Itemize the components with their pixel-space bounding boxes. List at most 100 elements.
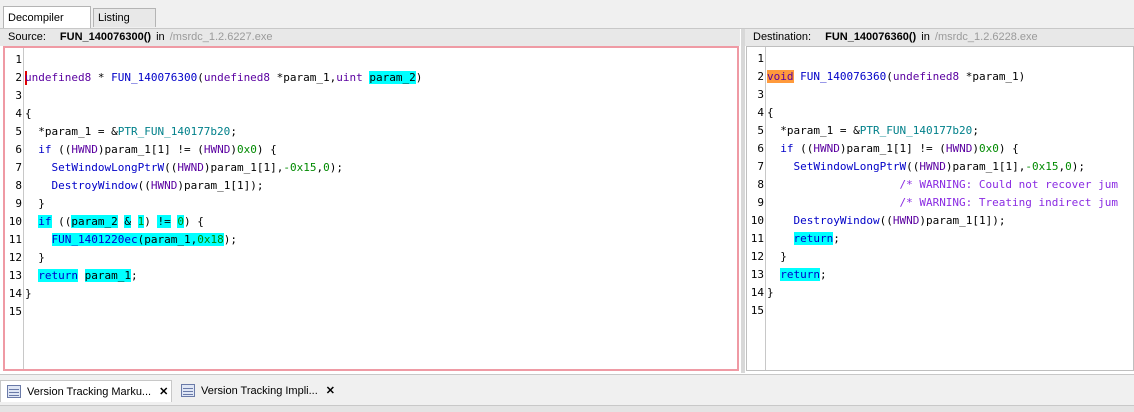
line-number: 2: [15, 71, 22, 84]
line-number: 1: [15, 53, 22, 66]
line-number: 15: [8, 305, 22, 318]
destination-code[interactable]: 1 2 void FUN_140076360(undefined8 *param_…: [751, 50, 1133, 320]
line-number: 9: [15, 197, 22, 210]
diff-highlight: 0: [177, 215, 184, 228]
line-number: 13: [750, 268, 764, 281]
line-number: 9: [757, 196, 764, 209]
diff-highlight: FUN_1401220ec: [51, 233, 138, 246]
tab-listing-view[interactable]: Listing View: [93, 8, 156, 43]
warning-comment: /* WARNING: Treating indirect jum: [899, 196, 1118, 209]
return-type[interactable]: undefined8: [25, 71, 91, 84]
code-line: 6 if ((HWND)param_1[1] != (HWND)0x0) {: [15, 141, 737, 159]
bottom-tab-bar: Version Tracking Marku... ✕ Version Track…: [0, 374, 1134, 412]
line-number: 5: [757, 124, 764, 137]
code-line: 3: [757, 86, 1133, 104]
function-name-token[interactable]: FUN_140076300: [111, 71, 197, 84]
code-line: 12 }: [751, 248, 1133, 266]
line-number: 3: [757, 88, 764, 101]
line-number: 12: [750, 250, 764, 263]
tab-decompiler-view[interactable]: Decompiler View: [3, 6, 91, 46]
warning-comment: /* WARNING: Could not recover jum: [899, 178, 1118, 191]
code-line: 13 return;: [751, 266, 1133, 284]
code-line: 1: [15, 51, 737, 69]
line-number: 10: [8, 215, 22, 228]
diff-highlight: return: [780, 268, 820, 281]
code-line: 9 }: [15, 195, 737, 213]
line-number: 11: [8, 233, 22, 246]
code-line: 4{: [757, 104, 1133, 122]
line-number: 11: [750, 232, 764, 245]
line-number: 12: [8, 251, 22, 264]
panel-splitter[interactable]: [741, 29, 745, 373]
code-line: 12 }: [9, 249, 737, 267]
close-icon[interactable]: ✕: [326, 385, 335, 397]
line-number: 14: [750, 286, 764, 299]
line-number: 4: [15, 107, 22, 120]
line-number: 2: [757, 70, 764, 83]
code-line: 8 DestroyWindow((HWND)param_1[1]);: [15, 177, 737, 195]
diff-highlight: param_2: [71, 215, 118, 228]
destination-code-panel[interactable]: 1 2 void FUN_140076360(undefined8 *param_…: [746, 46, 1134, 371]
diff-highlight: 0x18: [197, 233, 224, 246]
line-number: 10: [750, 214, 764, 227]
source-code[interactable]: 1 2 undefined8 * FUN_140076300(undefined8…: [9, 51, 737, 321]
tab-version-tracking-implied[interactable]: Version Tracking Impli... ✕: [175, 380, 345, 402]
tab-label: Version Tracking Impli...: [201, 385, 318, 397]
code-line: 14}: [9, 285, 737, 303]
source-label: Source:: [8, 31, 46, 43]
code-line: 9 /* WARNING: Treating indirect jum: [757, 194, 1133, 212]
code-line: 2 void FUN_140076360(undefined8 *param_1): [757, 68, 1133, 86]
line-number: 1: [757, 52, 764, 65]
code-line: 11 return;: [751, 230, 1133, 248]
source-function-name: FUN_140076300(): [59, 31, 152, 43]
destination-file-path: /msrdc_1.2.6228.exe: [934, 31, 1038, 43]
code-line: 11 FUN_1401220ec(param_1,0x18);: [9, 231, 737, 249]
code-line: 14}: [751, 284, 1133, 302]
table-icon: [7, 385, 21, 398]
line-number: 4: [757, 106, 764, 119]
code-line: 7 SetWindowLongPtrW((HWND)param_1[1],-0x…: [15, 159, 737, 177]
code-line: 2 undefined8 * FUN_140076300(undefined8 *…: [15, 69, 737, 87]
destination-header: Destination: FUN_140076360() in /msrdc_1.…: [745, 29, 1134, 46]
diff-highlight: &: [124, 215, 131, 228]
tab-version-tracking-markup[interactable]: Version Tracking Marku... ✕: [0, 380, 172, 402]
line-number: 15: [750, 304, 764, 317]
bottom-panel-edge: [0, 405, 1134, 412]
code-line: 15: [9, 303, 737, 321]
diff-highlight-changed[interactable]: void: [767, 70, 794, 83]
source-header: Source: FUN_140076300() in /msrdc_1.2.622…: [0, 29, 740, 46]
code-line: 7 SetWindowLongPtrW((HWND)param_1[1],-0x…: [757, 158, 1133, 176]
diff-highlight: param_1: [144, 233, 191, 246]
code-line: 8 /* WARNING: Could not recover jum: [757, 176, 1133, 194]
code-line: 1: [757, 50, 1133, 68]
diff-highlight: if: [38, 215, 52, 228]
source-file-path: /msrdc_1.2.6227.exe: [169, 31, 273, 43]
line-number: 13: [8, 269, 22, 282]
line-number: 3: [15, 89, 22, 102]
code-line: 6 if ((HWND)param_1[1] != (HWND)0x0) {: [757, 140, 1133, 158]
line-number: 6: [757, 142, 764, 155]
code-line: 15: [751, 302, 1133, 320]
source-code-panel[interactable]: 1 2 undefined8 * FUN_140076300(undefined8…: [3, 46, 739, 371]
source-in-label: in: [156, 31, 165, 43]
destination-function-name: FUN_140076360(): [825, 31, 917, 43]
diff-highlight: param_1: [84, 269, 131, 282]
code-line: 4{: [15, 105, 737, 123]
destination-label: Destination:: [753, 31, 812, 43]
diff-highlight: !=: [157, 215, 171, 228]
code-line: 5 *param_1 = &PTR_FUN_140177b20;: [15, 123, 737, 141]
line-number: 6: [15, 143, 22, 156]
code-line: 10 DestroyWindow((HWND)param_1[1]);: [751, 212, 1133, 230]
destination-in-label: in: [921, 31, 930, 43]
code-line: 3: [15, 87, 737, 105]
line-number: 7: [15, 161, 22, 174]
code-line: 10 if ((param_2 & 1) != 0) {: [9, 213, 737, 231]
code-line: 13 return param_1;: [9, 267, 737, 285]
line-number: 5: [15, 125, 22, 138]
line-number: 8: [15, 179, 22, 192]
line-number: 8: [757, 178, 764, 191]
function-name-token[interactable]: FUN_140076360: [800, 70, 886, 83]
diff-highlight[interactable]: param_2: [369, 71, 416, 84]
code-line: 5 *param_1 = &PTR_FUN_140177b20;: [757, 122, 1133, 140]
close-icon[interactable]: ✕: [159, 386, 168, 398]
